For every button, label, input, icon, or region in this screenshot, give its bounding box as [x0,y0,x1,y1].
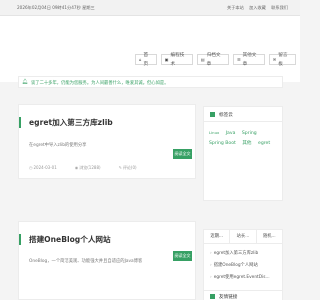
nav-item-programming[interactable]: ▣ 编程技术 [160,53,193,67]
read-more-button[interactable]: 阅读全文 [173,251,192,261]
bullet-icon: › [210,263,212,268]
widget-title: 标签云 [219,113,233,118]
post-card: 搭建OneBlog个人网站 OneBlog，一个简洁美观、功能强大并且自适应的J… [18,221,196,300]
tag-spring[interactable]: Spring [242,131,257,136]
bullet-icon: › [210,275,212,280]
home-icon: ⌂ [139,57,142,62]
widget-title: 友情链接 [219,295,238,300]
recent-posts-widget: 近期... 站长... 随机... › egret加入第三方库zlib › 搭建On… [203,229,283,292]
nav-item-home[interactable]: ⌂ 首页 [135,53,157,67]
bell-icon: 🔔︎ [22,79,29,85]
tag-java[interactable]: Java [226,131,236,136]
site-header: ⌂ 首页 ▣ 编程技术 ▤ 归档文章 ☰ 其他文章 ✉ 留言板 [0,16,300,82]
post-title[interactable]: 搭建OneBlog个人网站 [19,234,111,245]
tab-recommended[interactable]: 站长... [230,230,257,243]
tag-linux[interactable]: Linux [209,130,219,135]
current-datetime: 2026年02月04日 09時41分47秒 星期三 [17,5,95,10]
favorite-link[interactable]: 加入收藏 [249,5,266,10]
post-meta: ◷2024-03-01 ◉浏览(1288) ✎评论(0) [29,165,155,171]
nav-item-label: 编程技术 [170,52,185,67]
post-card: egret加入第三方库zlib 在egret中导入zlib的使用分享 阅读全文 … [18,104,196,179]
tag-list: Linux Java Spring Spring Boot 其他 egret [204,122,282,155]
post-views: ◉浏览(1288) [74,165,101,170]
chat-icon: ✉ [272,57,277,62]
widget-header: 友情链接 [204,291,282,300]
tag-cloud-widget: 标签云 Linux Java Spring Spring Boot 其他 egr… [203,106,283,201]
top-links: 关于本站 加入收藏 联系我们 [227,5,292,11]
nav-item-archive[interactable]: ▤ 归档文章 [196,53,229,67]
post-excerpt: 在egret中导入zlib的使用分享 [29,143,87,148]
notice-bar: 🔔︎ 谈了二十多年，仍能为您服务。为人间最善什么，唯爱其诚。但心如是。 [18,76,283,88]
tab-recent[interactable]: 近期... [204,230,231,243]
post-date: ◷2024-03-01 [29,165,57,170]
list-item[interactable]: › egret使用egret.EventDis... [210,272,276,284]
top-bar: 2026年02月04日 09時41分47秒 星期三 关于本站 加入收藏 联系我们 [0,0,300,16]
eye-icon: ◉ [74,165,79,170]
tag-other[interactable]: 其他 [242,141,251,146]
read-more-button[interactable]: 阅读全文 [173,149,192,159]
post-comments[interactable]: ✎评论(0) [119,165,137,171]
clock-icon: ◷ [29,165,33,170]
widget-header: 标签云 [204,107,282,122]
post-title[interactable]: egret加入第三方库zlib [19,117,113,128]
friend-links-widget: 友情链接 [203,290,283,300]
widget-tabs: 近期... 站长... 随机... [204,230,282,244]
code-icon: ▣ [164,57,169,62]
main-nav: ⌂ 首页 ▣ 编程技术 ▤ 归档文章 ☰ 其他文章 ✉ 留言板 [135,53,300,67]
tag-icon [210,112,215,117]
contact-link[interactable]: 联系我们 [271,5,288,10]
list-item[interactable]: › 搭建OneBlog个人网站 [210,260,276,272]
nav-item-label: 留言板 [278,52,288,67]
list-item[interactable]: › egret加入第三方库zlib [210,248,276,260]
nav-item-other[interactable]: ☰ 其他文章 [232,53,265,67]
nav-item-guestbook[interactable]: ✉ 留言板 [268,53,297,67]
tag-spring-boot[interactable]: Spring Boot [209,141,236,146]
tag-egret[interactable]: egret [258,141,270,146]
notice-text: 谈了二十多年，仍能为您服务。为人间最善什么，唯爱其诚。但心如是。 [31,81,169,86]
about-link[interactable]: 关于本站 [227,5,244,10]
nav-item-label: 首页 [143,52,149,67]
archive-icon: ▤ [200,57,205,62]
post-excerpt: OneBlog，一个简洁美观、功能强大并且自适应的Java博客 [29,259,143,264]
nav-item-label: 归档文章 [206,52,221,67]
tab-random[interactable]: 随机... [257,230,282,243]
recent-list: › egret加入第三方库zlib › 搭建OneBlog个人网站 › egret使用… [204,244,282,288]
link-icon [210,294,215,299]
nav-item-label: 其他文章 [242,52,257,67]
comment-icon: ✎ [118,165,122,170]
list-icon: ☰ [236,57,241,62]
bullet-icon: › [210,251,212,256]
